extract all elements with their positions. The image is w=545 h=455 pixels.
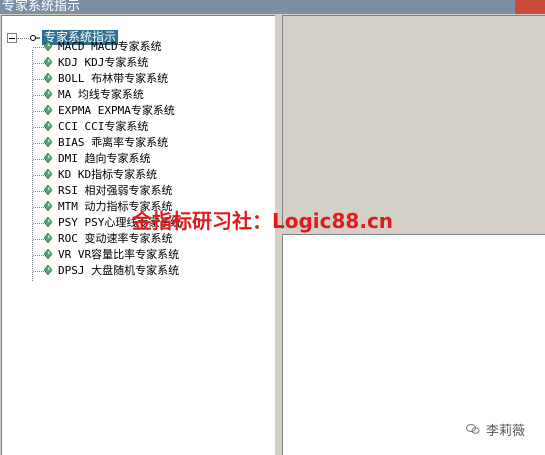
- gem-icon: [44, 73, 52, 83]
- tree-item-label: MACD MACD专家系统: [58, 40, 162, 53]
- tree-item-label: VR VR容量比率专家系统: [58, 248, 180, 261]
- tree-item-label: BIAS 乖离率专家系统: [58, 136, 169, 149]
- key-icon: [30, 35, 40, 41]
- tree-connector: [33, 239, 44, 240]
- tree-item-label: KD KD指标专家系统: [58, 168, 158, 181]
- gem-icon: [44, 41, 52, 51]
- tree-item-label: EXPMA EXPMA专家系统: [58, 104, 175, 117]
- gem-icon: [44, 153, 52, 163]
- gem-icon: [44, 201, 52, 211]
- tree-connector: [32, 50, 33, 281]
- gem-icon: [44, 105, 52, 115]
- gem-icon: [44, 185, 52, 195]
- tree-item-label: RSI 相对强弱专家系统: [58, 184, 173, 197]
- detail-pane: [282, 15, 545, 229]
- title-bar: 专家系统指示: [0, 0, 545, 14]
- tree-connector: [33, 95, 44, 96]
- brand-label: 李莉薇: [486, 424, 526, 439]
- tree-connector: [33, 223, 44, 224]
- collapse-toggle[interactable]: [7, 33, 17, 43]
- watermark-text: 金指标研习社：Logic88.cn: [132, 209, 394, 233]
- gem-icon: [44, 217, 52, 227]
- tree-item-label: MA 均线专家系统: [58, 88, 144, 101]
- tree-item-label: BOLL 布林带专家系统: [58, 72, 169, 85]
- gem-icon: [44, 137, 52, 147]
- gem-icon: [44, 233, 52, 243]
- tree-connector: [17, 38, 31, 39]
- gem-icon: [44, 89, 52, 99]
- gem-icon: [44, 265, 52, 275]
- wechat-icon: [466, 424, 480, 434]
- tree-connector: [33, 47, 44, 48]
- expert-system-tree[interactable]: 专家系统指示 MACD MACD专家系统 KDJ KDJ专家系统 BOLL 布林带专…: [1, 15, 275, 455]
- tree-connector: [33, 111, 44, 112]
- close-button[interactable]: [515, 0, 545, 14]
- tree-connector: [33, 255, 44, 256]
- tree-connector: [33, 191, 44, 192]
- tree-item-label: DPSJ 大盘随机专家系统: [58, 264, 180, 277]
- pane-splitter[interactable]: [275, 14, 282, 455]
- gem-icon: [44, 57, 52, 67]
- tree-connector: [33, 63, 44, 64]
- tree-connector: [33, 175, 44, 176]
- tree-connector: [33, 159, 44, 160]
- window-title: 专家系统指示: [2, 0, 81, 14]
- tree-item-label: KDJ KDJ专家系统: [58, 56, 149, 69]
- gem-icon: [44, 169, 52, 179]
- tree-connector: [33, 143, 44, 144]
- tree-connector: [33, 127, 44, 128]
- tree-connector: [33, 207, 44, 208]
- tree-item-label: CCI CCI专家系统: [58, 120, 149, 133]
- gem-icon: [44, 249, 52, 259]
- tree-item-label: DMI 趋向专家系统: [58, 152, 151, 165]
- tree-connector: [33, 271, 44, 272]
- tree-connector: [33, 79, 44, 80]
- gem-icon: [44, 121, 52, 131]
